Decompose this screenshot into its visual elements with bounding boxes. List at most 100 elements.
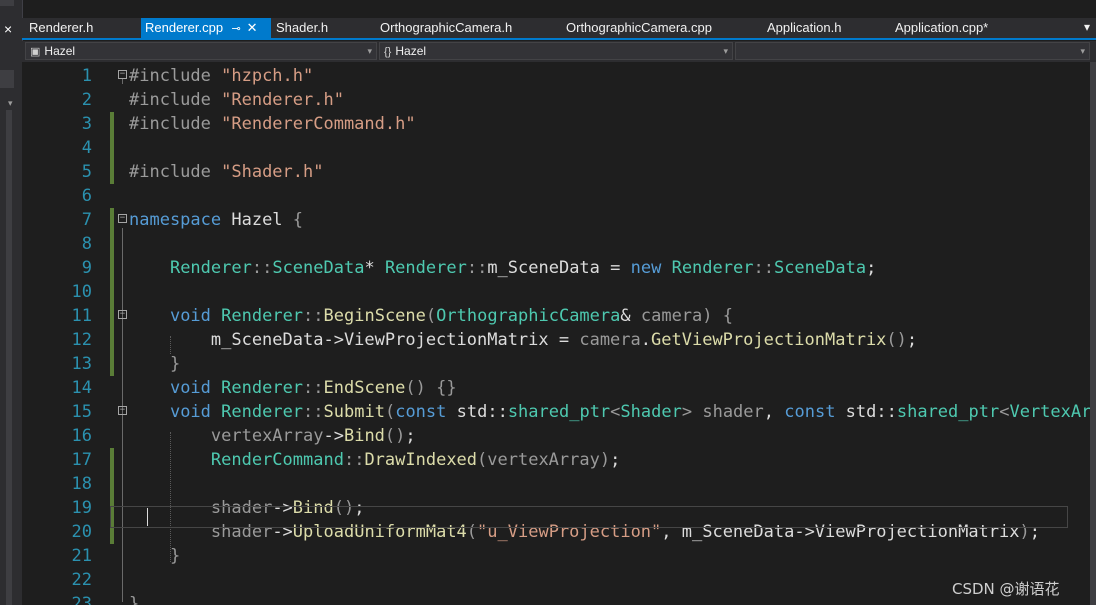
- tab-label: OrthographicCamera.cpp: [566, 20, 712, 35]
- line-number: 15: [71, 402, 92, 422]
- line-number: 13: [71, 354, 92, 374]
- tab-application-cpp[interactable]: Application.cpp*: [895, 18, 988, 38]
- line-number: 14: [71, 378, 92, 398]
- project-dropdown[interactable]: ▣ Hazel ▾: [25, 42, 377, 60]
- code-line[interactable]: 4: [22, 136, 1090, 160]
- code-token: "Renderer.h": [221, 90, 344, 110]
- code-line[interactable]: 21 }: [22, 544, 1090, 568]
- line-number: 19: [71, 498, 92, 518]
- tab-underline: [22, 38, 1096, 40]
- tab-renderer-h[interactable]: Renderer.h: [29, 18, 93, 38]
- code-line[interactable]: 22: [22, 568, 1090, 592]
- code-line[interactable]: 13 }: [22, 352, 1090, 376]
- collapse-icon[interactable]: −: [118, 214, 127, 223]
- code-line[interactable]: 7 − namespace Hazel {: [22, 208, 1090, 232]
- code-token: ::: [466, 258, 488, 278]
- tab-label: OrthographicCamera.h: [380, 20, 513, 35]
- code-text: void Renderer::Submit(const std::shared_…: [129, 400, 1090, 424]
- tab-orthographiccamera-h[interactable]: OrthographicCamera.h: [380, 18, 512, 38]
- code-token: *: [364, 258, 385, 278]
- tab-label: Shader.h: [276, 20, 329, 35]
- code-token: Renderer: [169, 258, 252, 278]
- line-number: 1: [81, 66, 92, 86]
- code-line[interactable]: 15 − void Renderer::Submit(const std::sha…: [22, 400, 1090, 424]
- code-token: "Shader.h": [221, 162, 324, 182]
- code-token: void: [169, 306, 211, 326]
- change-marker: [110, 136, 114, 160]
- close-icon[interactable]: ✕: [245, 18, 259, 38]
- line-number: 17: [71, 450, 92, 470]
- collapse-icon[interactable]: −: [118, 406, 127, 415]
- left-scrollbar[interactable]: [6, 110, 12, 605]
- member-dropdown[interactable]: ▾: [735, 42, 1090, 60]
- code-line[interactable]: 10: [22, 280, 1090, 304]
- code-token: camera: [579, 330, 641, 350]
- close-icon[interactable]: ×: [4, 22, 12, 36]
- code-token: VertexArra: [1009, 402, 1090, 422]
- code-line[interactable]: 8: [22, 232, 1090, 256]
- code-line[interactable]: 1 − #include "hzpch.h": [22, 64, 1090, 88]
- code-token: std::: [835, 402, 897, 422]
- code-line[interactable]: 23}: [22, 592, 1090, 605]
- change-marker: [110, 280, 114, 304]
- tab-overflow-icon[interactable]: ▾: [1084, 20, 1090, 34]
- code-token: Hazel: [221, 210, 293, 230]
- collapse-icon[interactable]: −: [118, 310, 127, 319]
- code-token: void: [169, 378, 211, 398]
- code-line[interactable]: 17 RenderCommand::DrawIndexed(vertexArra…: [22, 448, 1090, 472]
- code-token: ::: [251, 258, 273, 278]
- vertical-scrollbar[interactable]: [1090, 62, 1096, 605]
- code-line[interactable]: 2 #include "Renderer.h": [22, 88, 1090, 112]
- code-token: vertexArray: [210, 426, 324, 446]
- line-number: 21: [71, 546, 92, 566]
- code-token: "RendererCommand.h": [221, 114, 416, 134]
- tab-renderer-cpp[interactable]: Renderer.cpp ⊸ ✕: [141, 18, 271, 38]
- tab-shader-h[interactable]: Shader.h: [276, 18, 328, 38]
- code-token: (: [384, 402, 396, 422]
- code-token: namespace: [129, 210, 222, 230]
- code-token: shader: [702, 402, 764, 422]
- code-token: Renderer: [221, 402, 304, 422]
- code-line[interactable]: 3 #include "RendererCommand.h": [22, 112, 1090, 136]
- code-line[interactable]: 6: [22, 184, 1090, 208]
- tab-application-h[interactable]: Application.h: [767, 18, 841, 38]
- code-token: Renderer: [221, 306, 304, 326]
- code-token: Renderer: [384, 258, 467, 278]
- namespace-icon: {}: [384, 46, 392, 58]
- code-token: const: [395, 402, 447, 422]
- code-token: std::: [446, 402, 508, 422]
- code-line[interactable]: 5 #include "Shader.h": [22, 160, 1090, 184]
- tab-orthographiccamera-cpp[interactable]: OrthographicCamera.cpp: [566, 18, 712, 38]
- code-line[interactable]: 18: [22, 472, 1090, 496]
- pin-icon[interactable]: ⊸: [229, 19, 243, 39]
- code-token: BeginScene: [323, 306, 426, 326]
- scope-dropdown[interactable]: {} Hazel ▾: [379, 42, 733, 60]
- code-token: shared_ptr: [896, 402, 1000, 422]
- code-text: vertexArray->Bind();: [129, 424, 416, 448]
- chevron-down-icon[interactable]: ▾: [8, 98, 13, 109]
- line-number: 20: [71, 522, 92, 542]
- line-number: 8: [81, 234, 92, 254]
- code-text: #include "RendererCommand.h": [129, 112, 416, 136]
- collapsed-panel-tab[interactable]: [0, 70, 14, 88]
- code-token: m_SceneData =: [487, 258, 631, 278]
- code-token: ::: [343, 450, 365, 470]
- line-number: 10: [71, 282, 92, 302]
- line-number: 5: [81, 162, 92, 182]
- code-line[interactable]: 16 vertexArray->Bind();: [22, 424, 1090, 448]
- code-line[interactable]: 11 − void Renderer::BeginScene(Orthograph…: [22, 304, 1090, 328]
- change-marker: [110, 304, 114, 328]
- change-marker: [110, 160, 114, 184]
- code-token: GetViewProjectionMatrix: [651, 330, 887, 350]
- code-line[interactable]: 12 m_SceneData->ViewProjectionMatrix = c…: [22, 328, 1090, 352]
- collapse-icon[interactable]: −: [118, 70, 127, 79]
- scope-label: Hazel: [395, 44, 427, 58]
- code-token: #include: [129, 90, 222, 110]
- code-line[interactable]: 14 void Renderer::EndScene() {}: [22, 376, 1090, 400]
- code-line[interactable]: 9 Renderer::SceneData* Renderer::m_Scene…: [22, 256, 1090, 280]
